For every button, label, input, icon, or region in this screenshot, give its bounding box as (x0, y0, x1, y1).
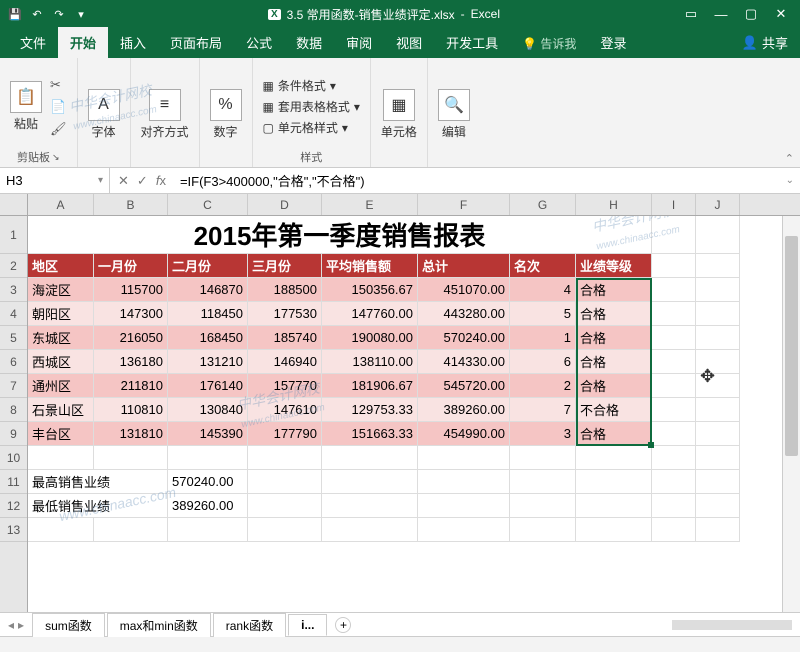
redo-icon[interactable]: ↷ (50, 5, 68, 23)
tab-data[interactable]: 数据 (284, 27, 334, 58)
sheet-tab-if[interactable]: i... (288, 614, 327, 636)
sheet-nav-next-icon[interactable]: ▸ (18, 618, 24, 632)
move-cursor-icon: ✥ (700, 366, 715, 387)
alignment-group[interactable]: ≡对齐方式 (141, 89, 189, 140)
tab-developer[interactable]: 开发工具 (434, 27, 510, 58)
formula-bar[interactable]: =IF(F3>400000,"合格","不合格") (174, 171, 780, 190)
qat-more-icon[interactable]: ▾ (72, 5, 90, 23)
report-title[interactable]: 2015年第一季度销售报表 (28, 216, 652, 254)
tell-me[interactable]: 💡 告诉我 (510, 29, 588, 58)
document-title: 3.5 常用函数-销售业绩评定.xlsx (287, 6, 455, 23)
font-icon: A (88, 89, 120, 121)
close-icon[interactable]: ✕ (768, 5, 794, 23)
clipboard-icon: 📋 (10, 81, 42, 113)
tab-formulas[interactable]: 公式 (234, 27, 284, 58)
group-styles: 样式 (300, 149, 322, 165)
minimize-icon[interactable]: — (708, 5, 734, 23)
status-bar (0, 636, 800, 652)
format-painter-icon[interactable]: 🖌 (50, 121, 67, 137)
add-sheet-icon[interactable]: + (335, 617, 351, 633)
select-all-corner[interactable] (0, 194, 28, 216)
fill-handle[interactable] (648, 442, 654, 448)
sheet-tab-bar: ◂ ▸ sum函数 max和min函数 rank函数 i... + (0, 612, 800, 636)
cell-style-button[interactable]: ▢ 单元格样式 ▾ (263, 119, 360, 136)
sheet-tab-sum[interactable]: sum函数 (32, 613, 105, 637)
ribbon: 📋 粘贴 ✂ 📄 🖌 剪贴板 ↘ A字体 ≡对齐方式 %数字 ▦ 条件格式 ▾ … (0, 58, 800, 168)
number-group[interactable]: %数字 (210, 89, 242, 140)
tab-review[interactable]: 审阅 (334, 27, 384, 58)
tab-view[interactable]: 视图 (384, 27, 434, 58)
font-group[interactable]: A字体 (88, 89, 120, 140)
title-bar: 💾 ↶ ↷ ▾ X 3.5 常用函数-销售业绩评定.xlsx - Excel ▭… (0, 0, 800, 28)
excel-logo-icon: X (268, 9, 281, 20)
row-headers[interactable]: 1 2345678910111213 (0, 216, 28, 612)
fx-icon[interactable]: fx (156, 173, 166, 188)
sheet-nav-prev-icon[interactable]: ◂ (8, 618, 14, 632)
tab-home[interactable]: 开始 (58, 27, 108, 58)
sheet-tab-maxmin[interactable]: max和min函数 (107, 613, 211, 637)
cancel-formula-icon[interactable]: ✕ (118, 173, 129, 189)
max-label[interactable]: 最高销售业绩 (28, 470, 168, 494)
percent-icon: % (210, 89, 242, 121)
tab-insert[interactable]: 插入 (108, 27, 158, 58)
vertical-scrollbar[interactable] (782, 216, 800, 612)
cut-icon[interactable]: ✂ (50, 77, 67, 93)
column-headers[interactable]: ABCDEFGHIJ (28, 194, 782, 216)
find-icon: 🔍 (438, 89, 470, 121)
cells-group[interactable]: ▦单元格 (381, 89, 417, 140)
share-button[interactable]: 👤共享 (730, 27, 800, 58)
table-format-button[interactable]: ▦ 套用表格格式 ▾ (263, 98, 360, 115)
editing-group[interactable]: 🔍编辑 (438, 89, 470, 140)
formula-bar-row: H3▾ ✕ ✓ fx =IF(F3>400000,"合格","不合格") ⌄ (0, 168, 800, 194)
cellstyle-icon: ▢ (263, 121, 274, 135)
expand-formula-icon[interactable]: ⌄ (780, 175, 800, 186)
chevron-down-icon[interactable]: ▾ (98, 175, 103, 186)
align-icon: ≡ (149, 89, 181, 121)
paste-button[interactable]: 📋 粘贴 (10, 81, 42, 132)
ribbon-options-icon[interactable]: ▭ (678, 5, 704, 23)
tablefmt-icon: ▦ (263, 100, 274, 114)
cells-icon: ▦ (383, 89, 415, 121)
save-icon[interactable]: 💾 (6, 5, 24, 23)
spreadsheet-grid[interactable]: 2015年第一季度销售报表 地区一月份二月份三月份平均销售额总计名次业绩等级 海… (28, 216, 782, 612)
tab-file[interactable]: 文件 (8, 27, 58, 58)
collapse-ribbon-icon[interactable]: ⌃ (785, 152, 794, 165)
sign-in[interactable]: 登录 (588, 27, 638, 58)
ribbon-tabs: 文件 开始 插入 页面布局 公式 数据 审阅 视图 开发工具 💡 告诉我 登录 … (0, 28, 800, 58)
min-label[interactable]: 最低销售业绩 (28, 494, 168, 518)
name-box[interactable]: H3▾ (0, 168, 110, 193)
conditional-icon: ▦ (263, 79, 274, 93)
maximize-icon[interactable]: ▢ (738, 5, 764, 23)
group-clipboard: 剪贴板 (17, 149, 50, 165)
sheet-tab-rank[interactable]: rank函数 (213, 613, 286, 637)
copy-icon[interactable]: 📄 (50, 99, 67, 115)
enter-formula-icon[interactable]: ✓ (137, 173, 148, 189)
horizontal-scrollbar[interactable] (672, 620, 792, 630)
tab-layout[interactable]: 页面布局 (158, 27, 234, 58)
undo-icon[interactable]: ↶ (28, 5, 46, 23)
conditional-format-button[interactable]: ▦ 条件格式 ▾ (263, 77, 360, 94)
app-name: Excel (471, 7, 500, 21)
